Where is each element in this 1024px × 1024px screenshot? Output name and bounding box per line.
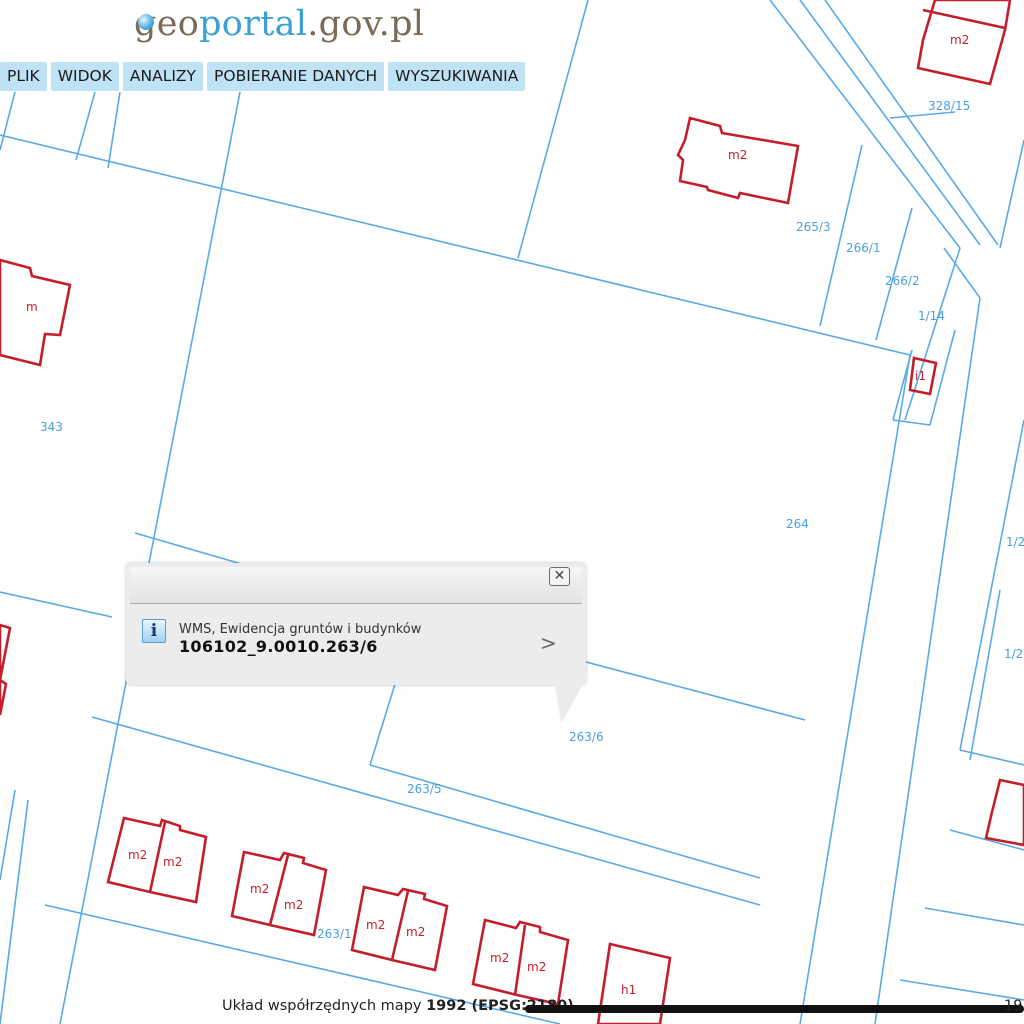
building-label: m2 [250,882,269,896]
popup-header: ✕ [130,567,582,604]
popup-layer-name: WMS, Ewidencja gruntów i budynków [179,622,422,637]
parcel-label: 264 [786,517,809,531]
coordinate-status-bar: Układ współrzędnych mapy 1992 (EPSG:2180… [222,998,574,1022]
parcel-label: 343 [40,420,63,434]
logo-text-portal: portal [199,4,308,44]
building-label: m2 [163,855,182,869]
parcel-label: 266/2 [885,274,920,288]
redaction-bar [525,1005,1024,1013]
popup-parcel-id[interactable]: 106102_9.0010.263/6 [179,637,378,656]
building-label: m2 [950,33,969,47]
parcel-label: 1/14 [918,309,945,323]
chevron-right-icon[interactable]: > [540,631,557,655]
building-label: m2 [128,848,147,862]
building-label: h1 [621,983,636,997]
popup-pointer [555,684,583,724]
cadastral-map[interactable]: 328/15 265/3 266/1 266/2 1/14 343 264 26… [0,0,1024,1024]
buildings [0,0,1024,1024]
parcel-label: 1/2 [1006,535,1024,549]
building-label: m2 [406,925,425,939]
building-label: m2 [527,960,546,974]
menu-wyszukiwania[interactable]: WYSZUKIWANIA [388,62,526,91]
building-label: m [26,300,38,314]
main-menu: PLIK WIDOK ANALIZY POBIERANIE DANYCH WYS… [0,62,526,92]
close-icon[interactable]: ✕ [549,567,570,586]
parcel-label: 263/5 [407,782,442,796]
parcel-label: 263/1 [317,927,352,941]
parcel-labels: 328/15 265/3 266/1 266/2 1/14 343 264 26… [40,99,1024,941]
building-label: m2 [490,951,509,965]
feature-info-popup: ✕ i WMS, Ewidencja gruntów i budynków 10… [126,563,586,685]
building-label: m2 [728,148,747,162]
globe-icon [138,14,154,30]
parcel-label: 263/6 [569,730,604,744]
building-label: m2 [284,898,303,912]
info-icon: i [142,619,166,643]
geoportal-logo[interactable]: geoportal.gov.pl [134,4,424,58]
parcel-label: 1/2 [1004,647,1023,661]
building-label: i1 [915,369,926,383]
parcel-label: 328/15 [928,99,970,113]
menu-analizy[interactable]: ANALIZY [122,62,204,91]
menu-pobieranie-danych[interactable]: POBIERANIE DANYCH [207,62,385,91]
parcel-label: 266/1 [846,241,881,255]
menu-widok[interactable]: WIDOK [50,62,119,91]
parcel-label: 265/3 [796,220,831,234]
logo-text-domain: .gov.pl [307,4,425,44]
status-prefix: Układ współrzędnych mapy [222,998,427,1014]
menu-plik[interactable]: PLIK [0,62,47,91]
status-tail: 19° [1004,998,1024,1014]
building-label: m2 [366,918,385,932]
